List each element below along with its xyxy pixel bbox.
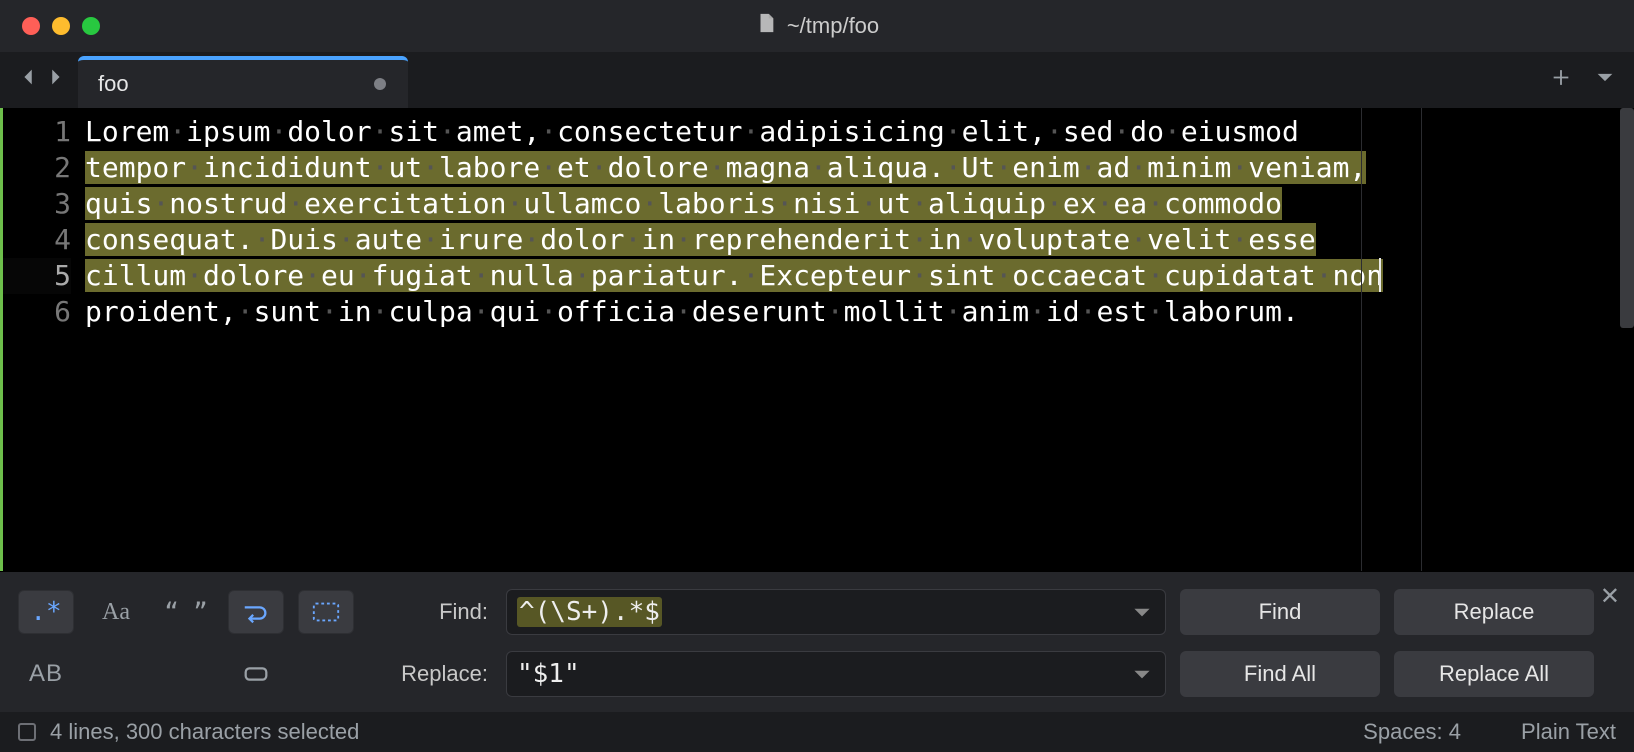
find-history-dropdown-icon[interactable] <box>1129 599 1155 625</box>
selection-info: 4 lines, 300 characters selected <box>50 719 359 745</box>
regex-option[interactable]: .* <box>18 590 74 634</box>
line-number: 4 <box>3 222 71 258</box>
tab-foo[interactable]: foo <box>78 56 408 108</box>
code-line: Lorem·ipsum·dolor·sit·amet,·consectetur·… <box>85 114 1383 150</box>
replace-input-value: "$1" <box>517 659 1129 689</box>
minimize-window-button[interactable] <box>52 17 70 35</box>
preserve-case-option[interactable]: AB <box>18 652 74 696</box>
code-line: consequat.·Duis·aute·irure·dolor·in·repr… <box>85 222 1383 258</box>
replace-all-button[interactable]: Replace All <box>1394 651 1594 697</box>
dirty-indicator-icon <box>374 78 386 90</box>
case-sensitive-option[interactable]: Aa <box>88 590 144 634</box>
whole-word-option[interactable]: “ ” <box>158 590 214 634</box>
highlight-all-option[interactable] <box>228 652 284 696</box>
code-line: cillum·dolore·eu·fugiat·nulla·pariatur.·… <box>85 258 1383 294</box>
wrap-guide <box>1361 108 1362 571</box>
find-label: Find: <box>368 599 488 625</box>
line-number: 1 <box>3 114 71 150</box>
line-number: 3 <box>3 186 71 222</box>
close-window-button[interactable] <box>22 17 40 35</box>
nav-back-icon[interactable] <box>18 66 40 88</box>
tab-menu-icon[interactable] <box>1594 67 1616 94</box>
find-button[interactable]: Find <box>1180 589 1380 635</box>
wrap-option[interactable] <box>228 590 284 634</box>
find-input[interactable]: ^(\S+).*$ <box>506 589 1166 635</box>
find-replace-panel: ✕ .* Aa “ ” Find: ^(\S+).*$ Find Replace… <box>0 571 1634 712</box>
code-line: proident,·sunt·in·culpa·qui·officia·dese… <box>85 294 1383 330</box>
status-indicator-icon[interactable] <box>18 723 36 741</box>
code-area[interactable]: Lorem·ipsum·dolor·sit·amet,·consectetur·… <box>85 108 1383 571</box>
titlebar: ~/tmp/foo <box>0 0 1634 52</box>
close-panel-icon[interactable]: ✕ <box>1600 582 1620 611</box>
new-tab-icon[interactable] <box>1550 67 1572 94</box>
window-controls <box>22 17 100 35</box>
line-number: 6 <box>3 294 71 330</box>
code-line: tempor·incididunt·ut·labore·et·dolore·ma… <box>85 150 1383 186</box>
line-gutter: 1 2 3 4 5 6 <box>3 108 85 571</box>
zoom-window-button[interactable] <box>82 17 100 35</box>
code-line: quis·nostrud·exercitation·ullamco·labori… <box>85 186 1383 222</box>
replace-history-dropdown-icon[interactable] <box>1129 661 1155 687</box>
file-icon <box>755 9 777 43</box>
find-all-button[interactable]: Find All <box>1180 651 1380 697</box>
wrap-guide <box>1421 108 1422 571</box>
in-selection-option[interactable] <box>298 590 354 634</box>
replace-input[interactable]: "$1" <box>506 651 1166 697</box>
window-title-text: ~/tmp/foo <box>787 13 879 39</box>
tab-label: foo <box>98 71 129 97</box>
vertical-scrollbar[interactable] <box>1620 108 1634 328</box>
replace-button[interactable]: Replace <box>1394 589 1594 635</box>
indent-setting[interactable]: Spaces: 4 <box>1363 719 1461 745</box>
window-title: ~/tmp/foo <box>0 9 1634 43</box>
replace-label: Replace: <box>368 661 488 687</box>
text-cursor <box>1379 258 1381 292</box>
editor[interactable]: 1 2 3 4 5 6 Lorem·ipsum·dolor·sit·amet,·… <box>0 108 1634 571</box>
line-number: 5 <box>3 258 71 294</box>
nav-forward-icon[interactable] <box>44 66 66 88</box>
find-input-value: ^(\S+).*$ <box>517 597 1129 627</box>
syntax-mode[interactable]: Plain Text <box>1521 719 1616 745</box>
status-bar: 4 lines, 300 characters selected Spaces:… <box>0 712 1634 752</box>
tab-bar: foo <box>0 52 1634 108</box>
line-number: 2 <box>3 150 71 186</box>
